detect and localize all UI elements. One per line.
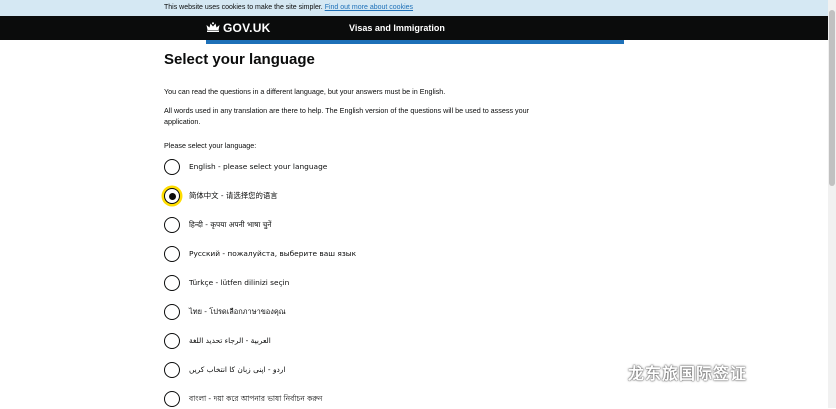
page-title: Select your language <box>164 51 315 68</box>
option-label[interactable]: 简体中文 - 请选择您的语言 <box>189 190 278 202</box>
watermark: 龙东旅国际签证 <box>596 358 818 386</box>
radio-button[interactable] <box>164 217 180 233</box>
crown-icon[interactable] <box>206 22 220 33</box>
cookie-banner-content: This website uses cookies to make the si… <box>164 0 413 16</box>
option-label[interactable]: Русский - пожалуйста, выберите ваш язык <box>189 248 356 260</box>
option-label[interactable]: English - please select your language <box>189 161 327 173</box>
site-header: GOV.UK Visas and Immigration <box>0 16 828 40</box>
language-option-chinese[interactable]: 简体中文 - 请选择您的语言 <box>164 186 584 206</box>
radio-button[interactable] <box>164 246 180 262</box>
option-label[interactable]: اردو - اپنی زبان کا انتخاب کریں <box>189 364 285 376</box>
wechat-icon <box>596 361 622 382</box>
radio-button[interactable] <box>164 333 180 349</box>
language-option-bengali[interactable]: বাংলা - দয়া করে আপনার ভাষা নির্বাচন করু… <box>164 389 584 409</box>
scrollbar-thumb[interactable] <box>829 10 835 186</box>
language-option-russian[interactable]: Русский - пожалуйста, выберите ваш язык <box>164 244 584 264</box>
language-option-urdu[interactable]: اردو - اپنی زبان کا انتخاب کریں <box>164 360 584 380</box>
option-label[interactable]: ไทย - โปรดเลือกภาษาของคุณ <box>189 306 286 318</box>
option-label[interactable]: Türkçe - lütfen dilinizi seçin <box>189 277 289 289</box>
radio-button-selected[interactable] <box>164 188 180 204</box>
cookie-info-link[interactable]: Find out more about cookies <box>325 4 413 11</box>
vertical-scrollbar[interactable] <box>828 0 836 408</box>
radio-button[interactable] <box>164 304 180 320</box>
govuk-logo[interactable]: GOV.UK <box>223 20 270 36</box>
language-option-hindi[interactable]: हिन्दी - कृपया अपनी भाषा चुनें <box>164 215 584 235</box>
radio-button[interactable] <box>164 362 180 378</box>
watermark-text: 龙东旅国际签证 <box>628 364 748 383</box>
cookie-banner-text: This website uses cookies to make the si… <box>164 4 323 11</box>
option-label[interactable]: العربية - الرجاء تحديد اللغة <box>189 335 271 347</box>
language-option-turkish[interactable]: Türkçe - lütfen dilinizi seçin <box>164 273 584 293</box>
radio-button[interactable] <box>164 275 180 291</box>
language-option-thai[interactable]: ไทย - โปรดเลือกภาษาของคุณ <box>164 302 584 322</box>
option-label[interactable]: বাংলা - দয়া করে আপনার ভাষা নির্বাচন করু… <box>189 393 322 405</box>
intro-paragraph: You can read the questions in a differen… <box>164 87 446 96</box>
service-name-link[interactable]: Visas and Immigration <box>349 21 445 35</box>
option-label[interactable]: हिन्दी - कृपया अपनी भाषा चुनें <box>189 219 271 231</box>
language-option-english[interactable]: English - please select your language <box>164 157 584 177</box>
header-blue-rule <box>206 40 624 44</box>
radio-button[interactable] <box>164 391 180 407</box>
radio-button[interactable] <box>164 159 180 175</box>
translation-note: All words used in any translation are th… <box>164 106 530 126</box>
language-option-arabic[interactable]: العربية - الرجاء تحديد اللغة <box>164 331 584 351</box>
cookie-banner: This website uses cookies to make the si… <box>0 0 828 16</box>
language-prompt: Please select your language: <box>164 141 257 150</box>
